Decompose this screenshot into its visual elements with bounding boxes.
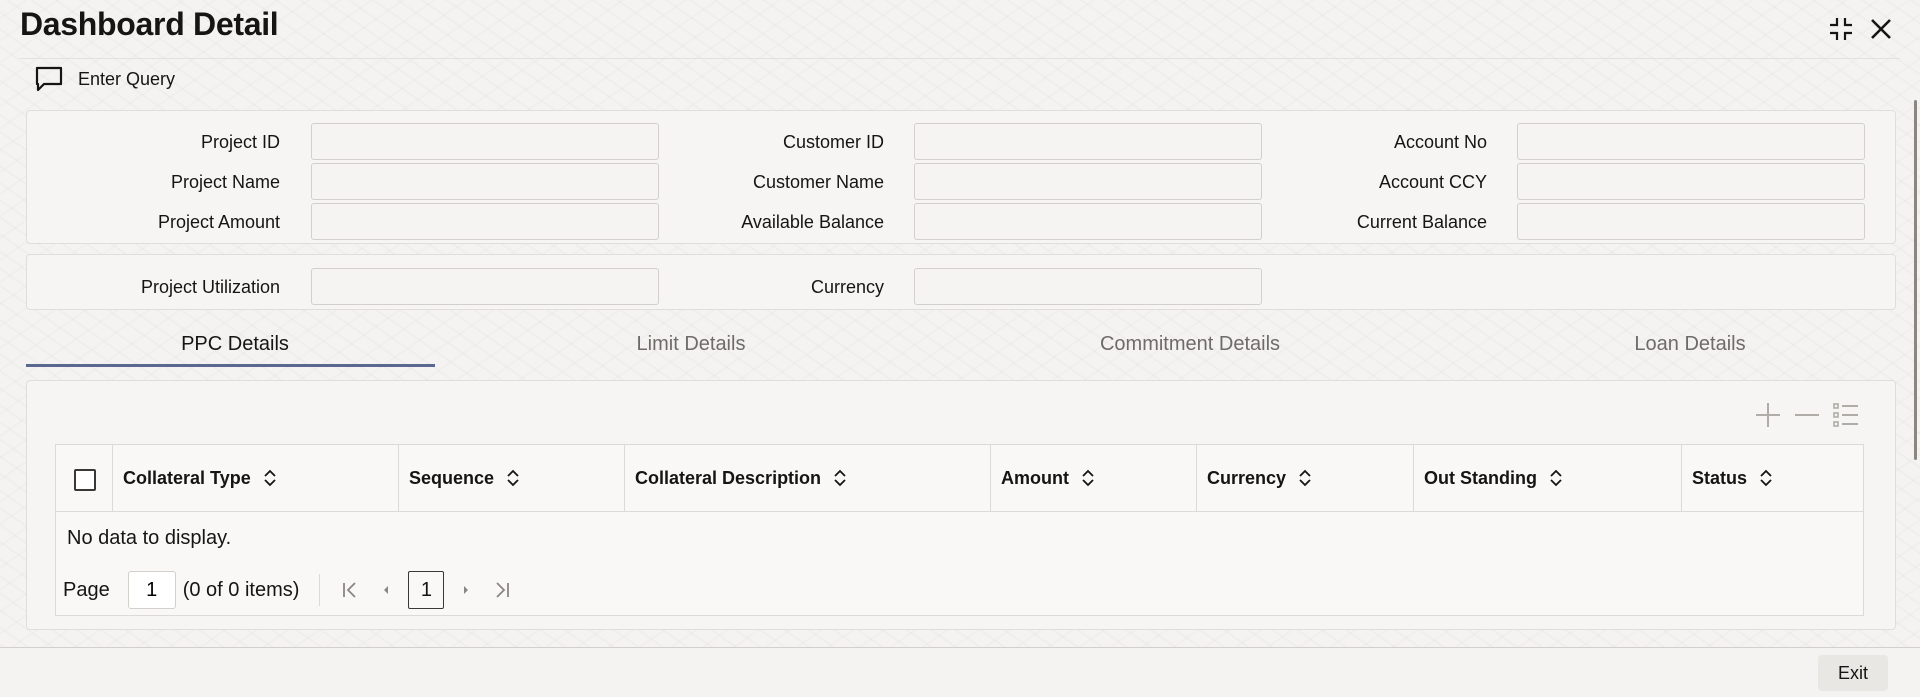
close-icon[interactable] (1866, 14, 1896, 44)
project-name-input[interactable] (311, 163, 659, 200)
enter-query-label: Enter Query (78, 68, 176, 89)
project-id-input[interactable] (311, 123, 659, 160)
minimize-window-icon[interactable] (1826, 14, 1856, 44)
project-name-label: Project Name (170, 172, 280, 192)
enter-query-button[interactable]: Enter Query (34, 64, 175, 94)
column-header-currency[interactable]: Currency (1197, 445, 1312, 511)
customer-name-label: Customer Name (752, 172, 884, 192)
tab-limit-details[interactable]: Limit Details (482, 330, 900, 370)
first-page-icon[interactable] (332, 572, 368, 608)
current-balance-input[interactable] (1517, 203, 1865, 240)
currency-input[interactable] (914, 268, 1262, 305)
customer-name-input[interactable] (914, 163, 1262, 200)
ppc-table: Collateral Type Sequence Collateral Desc… (55, 444, 1864, 616)
empty-table-message: No data to display. (67, 527, 232, 549)
available-balance-input[interactable] (914, 203, 1262, 240)
page-number-input[interactable] (127, 571, 176, 609)
column-header-label: Out Standing (1424, 467, 1537, 488)
title-divider (20, 58, 1900, 59)
column-header-label: Collateral Type (123, 467, 251, 488)
table-header: Collateral Type Sequence Collateral Desc… (56, 445, 1863, 512)
current-page-button[interactable]: 1 (408, 571, 445, 609)
project-amount-label: Project Amount (157, 212, 280, 232)
pager-divider (319, 574, 321, 606)
project-utilization-input[interactable] (311, 268, 659, 305)
delete-row-icon[interactable] (1790, 400, 1824, 430)
sort-icon (1549, 469, 1563, 487)
column-header-label: Currency (1207, 467, 1287, 488)
select-all-checkbox[interactable] (74, 469, 96, 491)
page-label: Page (63, 578, 110, 601)
available-balance-label: Available Balance (741, 212, 884, 232)
tab-commitment-details[interactable]: Commitment Details (981, 330, 1399, 370)
account-no-label: Account No (1393, 132, 1487, 152)
footer-bar (0, 648, 1920, 697)
column-header-label: Collateral Description (635, 467, 822, 488)
items-count: (0 of 0 items) (182, 578, 300, 601)
column-header-amount[interactable]: Amount (991, 445, 1095, 511)
sort-icon (263, 469, 277, 487)
add-row-icon[interactable] (1751, 400, 1785, 430)
currency-label: Currency (810, 277, 884, 297)
column-header-label: Status (1692, 467, 1748, 488)
previous-page-icon[interactable] (368, 572, 404, 608)
current-balance-label: Current Balance (1356, 212, 1487, 232)
page-title: Dashboard Detail (20, 6, 279, 42)
project-utilization-label: Project Utilization (140, 277, 280, 297)
sort-icon (1081, 469, 1095, 487)
column-header-status[interactable]: Status (1682, 445, 1773, 511)
exit-button[interactable]: Exit (1818, 655, 1888, 691)
column-header-collateral-type[interactable]: Collateral Type (113, 445, 277, 511)
customer-id-label: Customer ID (782, 132, 884, 152)
single-record-view-icon[interactable] (1829, 400, 1863, 430)
active-tab-indicator (26, 364, 435, 367)
tab-loan-details[interactable]: Loan Details (1481, 330, 1899, 370)
account-no-input[interactable] (1517, 123, 1865, 160)
account-ccy-label: Account CCY (1378, 172, 1487, 192)
sort-icon (833, 469, 847, 487)
last-page-icon[interactable] (484, 572, 520, 608)
project-id-label: Project ID (200, 132, 280, 152)
sort-icon (1298, 469, 1312, 487)
column-header-label: Amount (1001, 467, 1069, 488)
column-header-label: Sequence (409, 467, 495, 488)
column-header-collateral-description[interactable]: Collateral Description (625, 445, 847, 511)
pagination: Page (0 of 0 items) 1 (63, 570, 520, 610)
account-ccy-input[interactable] (1517, 163, 1865, 200)
sort-icon (506, 469, 520, 487)
next-page-icon[interactable] (448, 572, 484, 608)
message-icon (35, 66, 63, 92)
project-amount-input[interactable] (311, 203, 659, 240)
customer-id-input[interactable] (914, 123, 1262, 160)
column-header-sequence[interactable]: Sequence (399, 445, 520, 511)
column-header-out-standing[interactable]: Out Standing (1414, 445, 1563, 511)
sort-icon (1759, 469, 1773, 487)
vertical-scrollbar[interactable] (1914, 100, 1917, 460)
